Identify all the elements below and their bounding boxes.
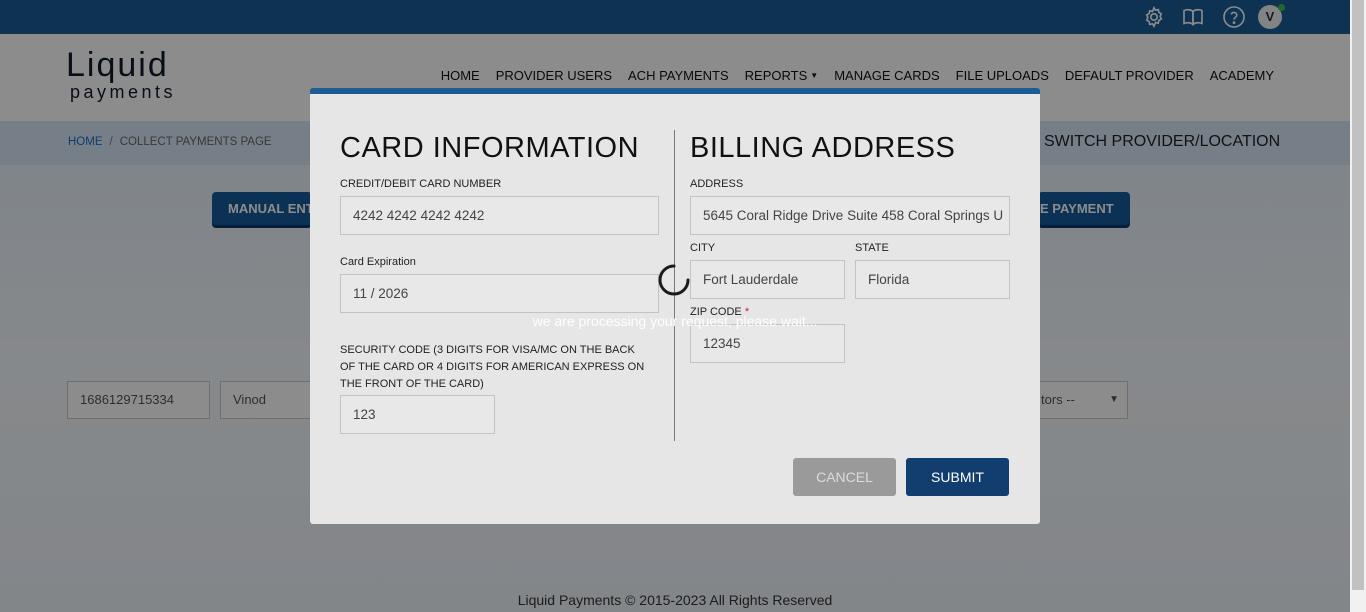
state-input[interactable]: Florida [855,260,1010,299]
card-information-title: CARD INFORMATION [340,132,640,164]
card-expiration-input[interactable]: 11 / 2026 [340,274,659,313]
card-number-label: CREDIT/DEBIT CARD NUMBER [340,178,502,190]
city-label: CITY [690,242,716,254]
billing-address-title: BILLING ADDRESS [690,132,956,164]
city-input[interactable]: Fort Lauderdale [690,260,845,299]
submit-button[interactable]: SUBMIT [906,458,1009,496]
card-expiration-label: Card Expiration [340,256,416,268]
card-number-input[interactable]: 4242 4242 4242 4242 [340,196,659,235]
loading-spinner-icon [657,263,691,297]
payment-modal: CARD INFORMATION CREDIT/DEBIT CARD NUMBE… [310,88,1040,524]
scrollbar-thumb[interactable] [1352,0,1364,590]
security-code-input[interactable]: 123 [340,395,495,434]
state-label: STATE [855,242,889,254]
address-input[interactable]: 5645 Coral Ridge Drive Suite 458 Coral S… [690,196,1010,235]
loading-message: we are processing your request, please w… [532,313,818,329]
security-code-label: SECURITY CODE (3 DIGITS FOR VISA/MC ON T… [340,344,645,390]
zip-code-input[interactable]: 12345 [690,324,845,363]
address-label: ADDRESS [690,178,744,190]
cancel-button[interactable]: CANCEL [793,458,896,496]
